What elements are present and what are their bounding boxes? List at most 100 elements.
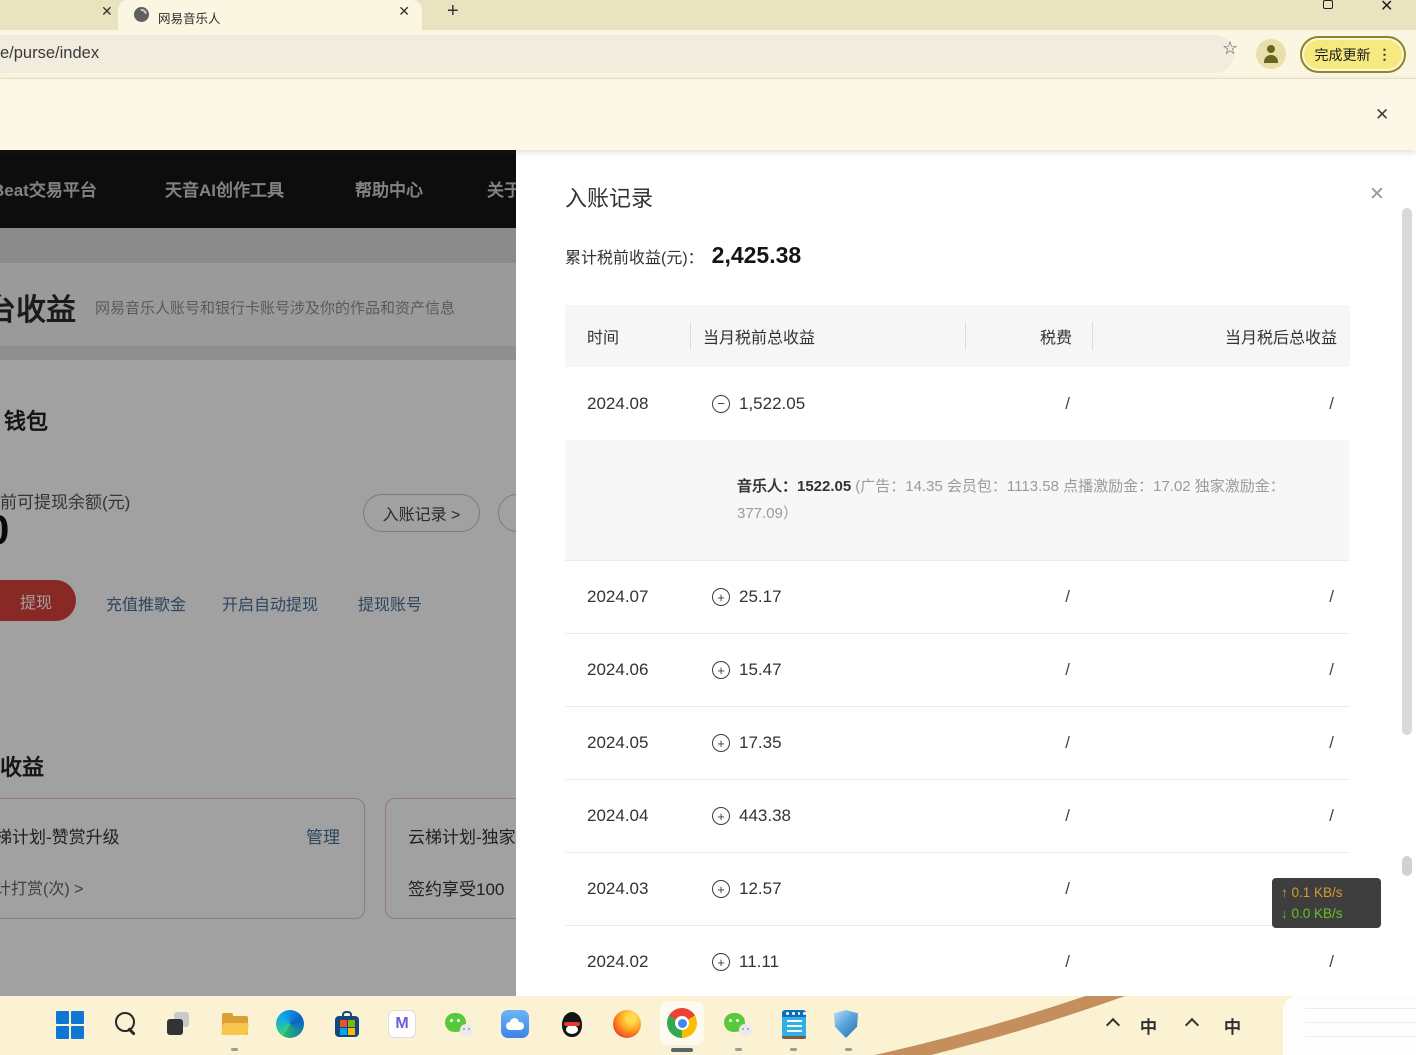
summary-row: 累计税前收益(元)： 2,425.38 [565,242,801,269]
table-header: 时间 当月税前总收益 税费 当月税后总收益 [565,305,1350,367]
browser-infobar: ✕ [0,78,1416,150]
table-row[interactable]: 2024.04 + 443.38 / / [565,779,1350,852]
row-date: 2024.03 [565,879,690,899]
table-row[interactable]: 2024.02 + 11.11 / / [565,925,1350,996]
browser-toolbar: e/purse/index ☆ 完成更新 ⋮ [0,30,1416,78]
table-row[interactable]: 2024.05 + 17.35 / / [565,706,1350,779]
expand-toggle-icon[interactable]: + [712,588,730,606]
row-amount-cell: + 15.47 [690,660,965,680]
edge-icon[interactable] [276,1010,304,1038]
inner-scrollbar[interactable] [1402,856,1412,876]
chrome-active-slot[interactable] [660,1001,704,1045]
row-amount: 11.11 [739,952,779,972]
wechat-secondary-icon[interactable] [724,1010,754,1040]
records-table: 时间 当月税前总收益 税费 当月税后总收益 2024.08 − 1,522.05… [565,305,1350,996]
row-date: 2024.06 [565,660,690,680]
row-aftertax: / [1092,660,1350,680]
row-aftertax: / [1092,733,1350,753]
notepad-icon[interactable] [779,1010,809,1040]
tab1-close-icon[interactable]: ✕ [101,3,113,20]
qq-icon[interactable] [557,1010,587,1040]
wechat-running-indicator [735,1048,742,1051]
row-detail-breakdown: 音乐人：1522.05(广告：14.35 会员包：1113.58 点播激励金：1… [565,440,1350,560]
chrome-update-button[interactable]: 完成更新 ⋮ [1300,36,1406,73]
infobar-close-icon[interactable]: ✕ [1375,105,1389,125]
header-divider [1092,322,1093,350]
row-tax: / [965,952,1092,972]
windows-start-icon[interactable] [55,1010,85,1040]
expand-toggle-icon[interactable]: − [712,395,730,413]
m-app-icon[interactable]: M [388,1010,416,1038]
page-background: Beat交易平台 天音AI创作工具 帮助中心 关于 台收益 网易音乐人账号和银行… [0,150,516,996]
shield-running-indicator [845,1048,852,1051]
row-amount: 1,522.05 [739,394,805,414]
modal-scrollbar[interactable] [1402,208,1412,735]
table-row[interactable]: 2024.03 + 12.57 / / [565,852,1350,925]
file-explorer-icon[interactable] [220,1010,250,1040]
browser-menu-icon[interactable]: ⋮ [1378,46,1392,63]
modal-dim-overlay [0,150,516,996]
tab-netease-musician[interactable]: 网易音乐人 ✕ [118,0,422,30]
chrome-update-label: 完成更新 [1315,45,1371,65]
wallpaper-curve [0,996,1416,1055]
microsoft-store-icon[interactable] [332,1010,362,1040]
expand-toggle-icon[interactable]: + [712,953,730,971]
table-row[interactable]: 2024.08 − 1,522.05 / / [565,367,1350,440]
upload-speed: ↑ 0.1 KB/s [1281,882,1381,903]
taskbar: M 中 中 [0,996,1416,1055]
tab-favicon-icon [134,7,149,22]
table-row[interactable]: 2024.06 + 15.47 / / [565,633,1350,706]
row-aftertax: / [1092,587,1350,607]
tab2-close-icon[interactable]: ✕ [398,3,410,20]
table-row[interactable]: 2024.07 + 25.17 / / [565,560,1350,633]
tab-title: 网易音乐人 [158,8,221,27]
income-records-modal: ✕ 入账记录 累计税前收益(元)： 2,425.38 时间 当月税前总收益 税费… [516,150,1416,996]
header-date: 时间 [565,324,690,348]
table-body: 2024.08 − 1,522.05 / / 音乐人：1522.05(广告：14… [565,367,1350,996]
profile-avatar[interactable] [1256,39,1286,69]
expand-toggle-icon[interactable]: + [712,734,730,752]
summary-value: 2,425.38 [712,242,802,269]
netease-cloud-icon[interactable] [501,1010,529,1038]
address-bar[interactable]: e/purse/index [0,35,1234,73]
header-pretax: 当月税前总收益 [690,324,965,348]
expand-toggle-icon[interactable]: + [712,661,730,679]
expand-toggle-icon[interactable]: + [712,880,730,898]
row-aftertax: / [1092,952,1350,972]
row-date: 2024.07 [565,587,690,607]
row-amount-cell: − 1,522.05 [690,394,965,414]
header-tax: 税费 [965,324,1092,348]
modal-title: 入账记录 [565,181,653,213]
row-amount: 12.57 [739,879,782,899]
ime-indicator[interactable]: 中 [1224,1013,1241,1038]
row-date: 2024.04 [565,806,690,826]
row-amount: 25.17 [739,587,782,607]
row-tax: / [965,806,1092,826]
bookmark-star-icon[interactable]: ☆ [1222,38,1238,59]
modal-close-icon[interactable]: ✕ [1369,183,1385,206]
row-tax: / [965,587,1092,607]
download-speed: ↓ 0.0 KB/s [1281,903,1381,924]
new-tab-button[interactable]: + [447,0,459,23]
task-view-icon[interactable] [164,1010,194,1040]
network-speed-overlay: ↑ 0.1 KB/s ↓ 0.0 KB/s [1272,878,1381,928]
row-amount: 15.47 [739,660,782,680]
window-close-icon[interactable]: ✕ [1380,0,1393,16]
row-tax: / [965,660,1092,680]
window-restore-icon[interactable] [1323,0,1333,9]
browser-tabstrip: ✕ 网易音乐人 ✕ + ✕ [0,0,1416,30]
explorer-running-indicator [231,1048,238,1051]
header-aftertax: 当月税后总收益 [1092,324,1350,348]
row-amount-cell: + 25.17 [690,587,965,607]
expand-toggle-icon[interactable]: + [712,807,730,825]
row-tax: / [965,733,1092,753]
row-aftertax: / [1092,806,1350,826]
row-amount-cell: + 17.35 [690,733,965,753]
row-amount-cell: + 11.11 [690,952,965,972]
detail-main: 音乐人：1522.05 [737,478,851,495]
firefox-icon[interactable] [613,1010,641,1038]
ime-indicator[interactable]: 中 [1140,1013,1157,1038]
wechat-icon[interactable] [445,1010,475,1040]
search-icon[interactable] [111,1010,141,1040]
chrome-icon[interactable] [667,1008,697,1038]
